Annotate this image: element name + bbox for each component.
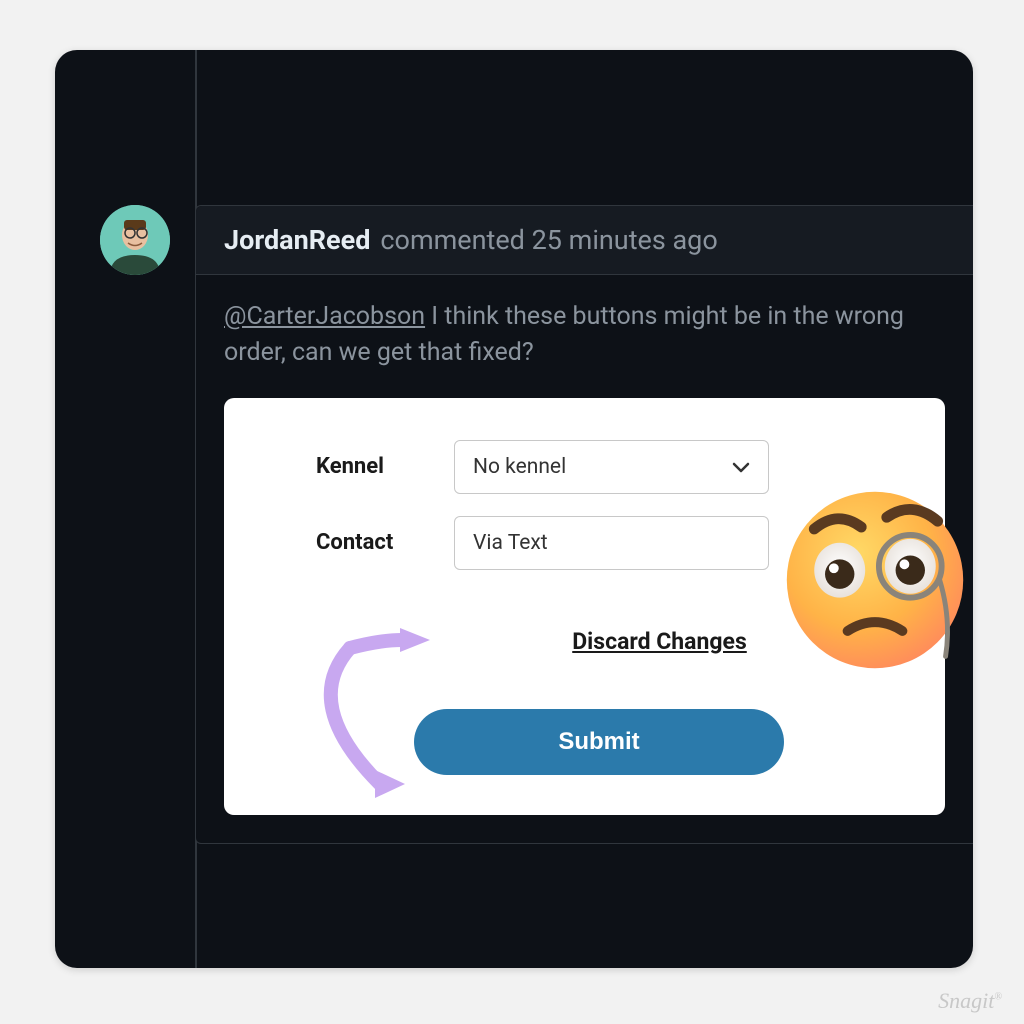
embedded-screenshot: Kennel No kennel Contact Via Text bbox=[224, 398, 945, 815]
comment-card: JordanReed commented 25 minutes ago @Car… bbox=[55, 50, 973, 968]
kennel-label: Kennel bbox=[264, 454, 454, 479]
avatar[interactable] bbox=[100, 205, 170, 275]
comment-action-text: commented 25 minutes ago bbox=[380, 224, 717, 256]
comment-body: @CarterJacobson I think these buttons mi… bbox=[196, 275, 973, 843]
contact-input-value: Via Text bbox=[473, 531, 548, 555]
comment-text: @CarterJacobson I think these buttons mi… bbox=[224, 299, 945, 372]
contact-label: Contact bbox=[264, 530, 454, 555]
comment-author[interactable]: JordanReed bbox=[224, 224, 370, 256]
form-row-kennel: Kennel No kennel bbox=[264, 440, 905, 494]
kennel-select-value: No kennel bbox=[473, 455, 566, 479]
comment-box: JordanReed commented 25 minutes ago @Car… bbox=[195, 205, 973, 844]
discard-changes-link[interactable]: Discard Changes bbox=[572, 628, 747, 655]
avatar-image bbox=[100, 205, 170, 275]
discard-row: Discard Changes bbox=[414, 628, 905, 655]
kennel-select[interactable]: No kennel bbox=[454, 440, 769, 494]
comment-header: JordanReed commented 25 minutes ago bbox=[196, 206, 973, 275]
form-row-contact: Contact Via Text bbox=[264, 516, 905, 570]
submit-button[interactable]: Submit bbox=[414, 709, 784, 775]
user-mention[interactable]: @CarterJacobson bbox=[224, 302, 425, 331]
snagit-watermark: Snagit® bbox=[938, 988, 1002, 1014]
action-area: Discard Changes Submit bbox=[264, 628, 905, 775]
contact-input[interactable]: Via Text bbox=[454, 516, 769, 570]
comment-timestamp[interactable]: 25 minutes ago bbox=[532, 224, 718, 256]
chevron-down-icon bbox=[732, 461, 750, 473]
